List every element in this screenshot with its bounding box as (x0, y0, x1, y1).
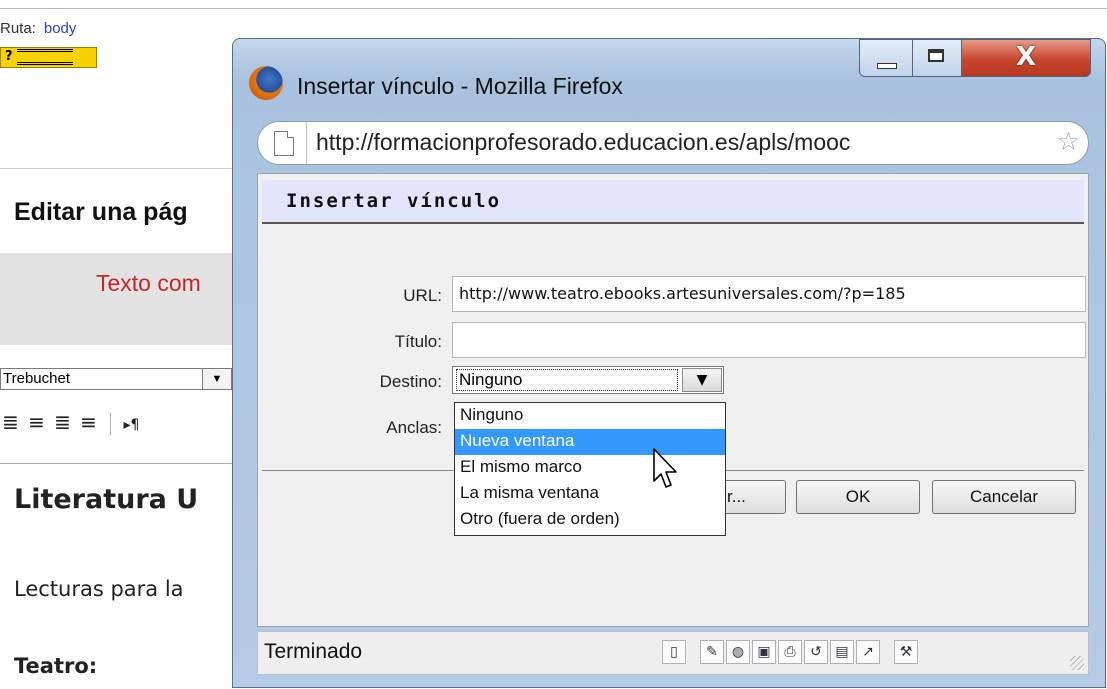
toolbar-divider-line (0, 463, 240, 464)
dialog-header: Insertar vínculo (262, 180, 1084, 224)
anclas-label: Anclas: (386, 418, 442, 437)
dropdown-option-ninguno[interactable]: Ninguno (455, 403, 725, 429)
edit-page-title: Editar una pág (14, 198, 188, 226)
cancel-button[interactable]: Cancelar (932, 480, 1076, 514)
url-label: URL: (403, 286, 442, 305)
note-icon[interactable]: ▤ (830, 640, 854, 664)
destino-label: Destino: (379, 372, 442, 391)
dropdown-option-mismo-marco[interactable]: El mismo marco (455, 455, 725, 481)
refresh-icon[interactable]: ↺ (804, 640, 828, 664)
paragraph-ltr-icon[interactable]: ▸¶ (121, 417, 142, 433)
toolbar-divider (110, 412, 111, 435)
minimize-button[interactable] (859, 39, 913, 77)
title-bar[interactable]: Insertar vínculo - Mozilla Firefox X (233, 39, 1105, 109)
firefox-popup-window: Insertar vínculo - Mozilla Firefox X htt… (232, 38, 1106, 688)
help-label: ? (5, 49, 13, 64)
keyboard-icon (16, 48, 73, 65)
titulo-field[interactable] (452, 322, 1086, 358)
dropdown-option-misma-ventana[interactable]: La misma ventana (455, 481, 725, 507)
align-right-icon[interactable]: ≣ (52, 410, 73, 434)
section-divider (0, 168, 240, 169)
keyboard-help-button[interactable]: ? (0, 47, 97, 68)
chevron-down-icon[interactable]: ▼ (682, 368, 722, 392)
maximize-icon (928, 49, 944, 62)
path-label: Ruta: (0, 20, 36, 37)
address-divider (306, 122, 307, 164)
print-icon[interactable]: ⎙ (778, 640, 802, 664)
maximize-button[interactable] (912, 39, 962, 77)
resize-grip-icon[interactable] (1070, 656, 1084, 670)
minimize-icon (877, 63, 897, 69)
literature-heading: Literatura U (14, 484, 199, 515)
firefox-icon (249, 66, 283, 100)
font-family-select[interactable]: Trebuchet ▼ (0, 368, 232, 390)
window-title: Insertar vínculo - Mozilla Firefox (297, 73, 623, 99)
chart-icon[interactable]: ↗ (856, 640, 880, 664)
align-left-icon[interactable]: ≣ (0, 410, 21, 434)
path-body-link[interactable]: body (44, 20, 77, 37)
chevron-down-icon[interactable]: ▼ (202, 369, 231, 389)
dialog-content: Insertar vínculo URL: http://www.teatro.… (257, 173, 1089, 627)
dialog-title: Insertar vínculo (286, 190, 502, 212)
status-bar: Terminado ▯ ✎ ◍ ▣ ⎙ ↺ ▤ ↗ ⚒ (257, 631, 1089, 675)
url-field[interactable]: http://www.teatro.ebooks.artesuniversale… (452, 276, 1086, 312)
destino-dropdown-list: Ninguno Nueva ventana El mismo marco La … (454, 402, 726, 536)
top-divider (0, 8, 1107, 9)
address-url[interactable]: http://formacionprofesorado.educacion.es… (316, 129, 1056, 156)
dropdown-option-nueva-ventana[interactable]: Nueva ventana (455, 429, 725, 455)
preview-box (0, 253, 240, 345)
align-justify-icon[interactable]: ≡ (78, 410, 99, 434)
alignment-toolbar: ≣ ≡ ≣ ≡ ▸¶ (0, 410, 147, 436)
tools-icon[interactable]: ⚒ (894, 640, 918, 664)
close-button[interactable]: X (961, 39, 1091, 77)
preview-text: Texto com (96, 270, 201, 296)
titulo-label: Título: (394, 332, 442, 351)
bookmark-star-icon[interactable]: ☆ (1057, 127, 1080, 157)
address-bar[interactable]: http://formacionprofesorado.educacion.es… (257, 121, 1089, 165)
globe-icon[interactable]: ◍ (726, 640, 750, 664)
close-icon: X (1015, 42, 1037, 72)
lecturas-text: Lecturas para la (14, 577, 184, 601)
save-icon[interactable]: ▣ (752, 640, 776, 664)
dropdown-option-otro[interactable]: Otro (fuera de orden) (455, 507, 725, 533)
page-icon (274, 131, 294, 156)
font-family-value: Trebuchet (3, 370, 70, 387)
teatro-heading: Teatro: (14, 654, 98, 678)
path-bar: Ruta: body (0, 20, 76, 37)
destino-value: Ninguno (456, 369, 678, 391)
mouse-cursor-icon (653, 448, 677, 488)
status-text: Terminado (264, 640, 363, 663)
page-icon[interactable]: ▯ (662, 640, 686, 664)
align-center-icon[interactable]: ≡ (26, 410, 47, 434)
pencil-icon[interactable]: ✎ (700, 640, 724, 664)
destino-select[interactable]: Ninguno ▼ (452, 366, 724, 394)
ok-button[interactable]: OK (796, 480, 920, 514)
